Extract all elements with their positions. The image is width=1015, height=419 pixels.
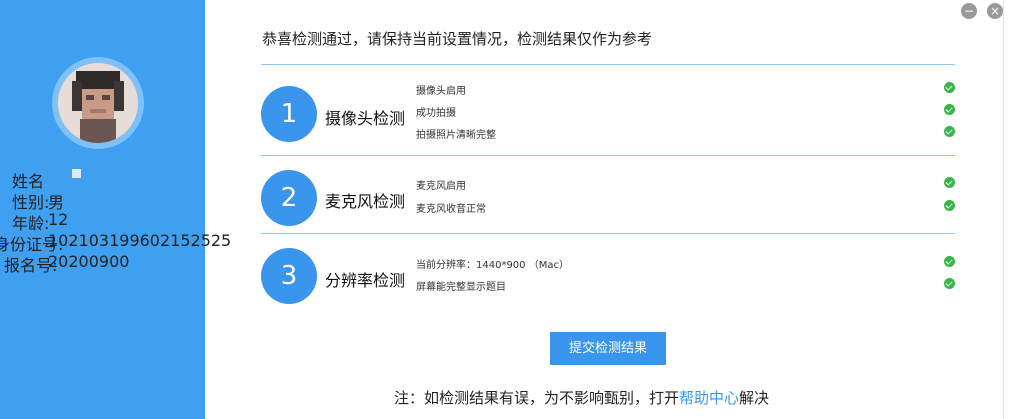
microphone-check-title: 麦克风检测 (325, 192, 406, 211)
resolution-item-1: 当前分辨率：1440*900 （Mac） (416, 260, 569, 271)
sidebar: 姓名 性别: 男 年龄: 12 身份证号: 102103199602152525… (0, 0, 231, 419)
avatar (58, 63, 138, 143)
name-row: 姓名 (0, 168, 205, 191)
exam-value: 20200900 (48, 252, 130, 271)
minimize-button[interactable]: − (961, 3, 977, 19)
note-suffix: 解决 (739, 389, 770, 407)
step-2-circle: 2 (261, 170, 317, 226)
microphone-item-1: 麦克风启用 (416, 181, 466, 192)
submit-results-button[interactable]: 提交检测结果 (550, 332, 666, 365)
check-icon (944, 256, 955, 267)
window-edge (1003, 0, 1015, 419)
check-icon (944, 104, 955, 115)
divider (261, 233, 955, 234)
check-icon (944, 126, 955, 137)
resolution-check-title: 分辨率检测 (325, 271, 406, 290)
id-row: 身份证号: 102103199602152525 (0, 231, 231, 254)
divider (261, 155, 955, 156)
divider (261, 64, 955, 65)
check-icon (944, 278, 955, 289)
exam-row: 报名号: 20200900 (0, 252, 205, 275)
camera-check-title: 摄像头检测 (325, 109, 406, 128)
name-value-blurred (72, 169, 81, 178)
camera-item-3: 拍摄照片清晰完整 (416, 130, 496, 141)
microphone-item-2: 麦克风收音正常 (416, 204, 486, 215)
check-icon (944, 82, 955, 93)
camera-item-2: 成功拍摄 (416, 108, 456, 119)
check-icon (944, 200, 955, 211)
close-button[interactable]: × (987, 3, 1003, 19)
id-value: 102103199602152525 (48, 231, 232, 250)
help-note: 注：如检测结果有误，为不影响甄别，打开帮助中心解决 (394, 387, 769, 408)
check-icon (944, 177, 955, 188)
step-1-circle: 1 (261, 86, 317, 142)
age-row: 年龄: 12 (0, 210, 205, 233)
resolution-item-2: 屏幕能完整显示题目 (416, 282, 506, 293)
help-center-link[interactable]: 帮助中心 (679, 389, 739, 407)
note-text: 注：如检测结果有误，为不影响甄别，打开 (394, 389, 680, 407)
step-3-circle: 3 (261, 248, 317, 304)
page-title: 恭喜检测通过，请保持当前设置情况，检测结果仅作为参考 (262, 30, 653, 48)
camera-item-1: 摄像头启用 (416, 86, 466, 97)
age-value: 12 (48, 210, 69, 229)
gender-row: 性别: 男 (0, 189, 205, 212)
